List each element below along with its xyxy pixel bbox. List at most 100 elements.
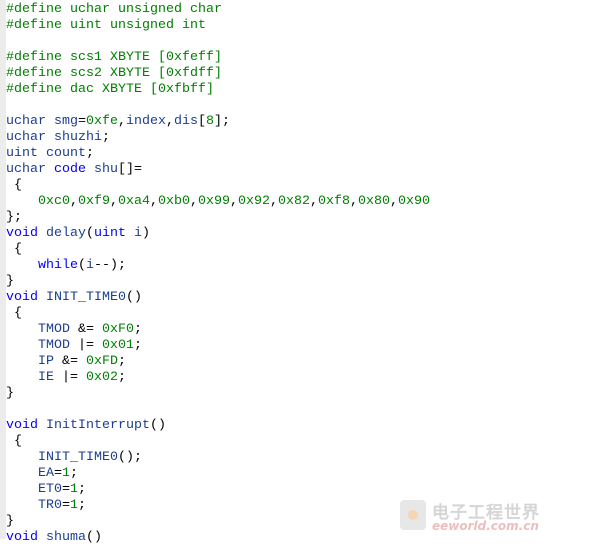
code-token: ;	[85, 146, 94, 161]
watermark-site: eeworld.com.cn	[432, 519, 539, 533]
code-token: ;	[118, 354, 126, 369]
code-token: |=	[62, 370, 86, 385]
code-token: #define uint unsigned int	[6, 18, 206, 33]
code-line: void InitInterrupt()	[6, 418, 430, 434]
code-token: 1	[70, 482, 78, 497]
code-line: {	[6, 306, 430, 322]
code-token: TMOD	[6, 322, 78, 337]
code-token: --);	[94, 258, 126, 273]
code-token: dis	[173, 114, 198, 129]
code-token: }	[6, 514, 14, 529]
code-token: uint count	[6, 146, 86, 161]
code-token: INIT_TIME0	[38, 290, 126, 305]
code-line: {	[6, 242, 430, 258]
code-token: delay	[38, 226, 86, 241]
code-token: ,	[390, 194, 398, 209]
code-token: 0x02	[86, 370, 118, 385]
code-token: #define uchar unsigned char	[6, 2, 222, 17]
code-token: )	[142, 226, 150, 241]
code-token: IE	[6, 370, 62, 385]
code-line: #define dac XBYTE [0xfbff]	[6, 82, 430, 98]
code-line: while(i--);	[6, 258, 430, 274]
code-token: EA	[6, 466, 54, 481]
code-token: 0xfe	[85, 114, 118, 129]
code-line: IE |= 0x02;	[6, 370, 430, 386]
code-line: #define uint unsigned int	[6, 18, 430, 34]
code-token: ;	[101, 130, 110, 145]
code-token: ET0	[6, 482, 62, 497]
code-token: (	[78, 258, 86, 273]
code-line: {	[6, 434, 430, 450]
code-line: ET0=1;	[6, 482, 430, 498]
code-token: ,	[150, 194, 158, 209]
code-token: =	[77, 114, 86, 129]
code-token: };	[6, 210, 22, 225]
code-token: shuma	[38, 530, 86, 545]
code-token: (	[86, 226, 94, 241]
code-token: ;	[78, 498, 86, 513]
code-token: InitInterrupt	[38, 418, 150, 433]
code-line: void INIT_TIME0()	[6, 290, 430, 306]
code-line: void delay(uint i)	[6, 226, 430, 242]
code-token: 0x99	[198, 194, 230, 209]
code-token: {	[6, 434, 22, 449]
code-line: void shuma()	[6, 530, 430, 546]
code-token: ,	[117, 114, 126, 129]
code-line: uchar shuzhi;	[6, 130, 430, 146]
code-token: 0xc0	[38, 194, 70, 209]
code-token: ;	[78, 482, 86, 497]
code-token: IP	[6, 354, 62, 369]
code-token: 0xb0	[158, 194, 190, 209]
code-token: ;	[133, 338, 142, 353]
code-token: ];	[213, 114, 230, 129]
code-token: }	[6, 386, 14, 401]
code-token: ;	[70, 466, 78, 481]
code-editor[interactable]: #define uchar unsigned char #define uint …	[6, 2, 430, 546]
code-token: 0xa4	[118, 194, 150, 209]
code-token: [	[197, 114, 206, 129]
code-line: 0xc0,0xf9,0xa4,0xb0,0x99,0x92,0x82,0xf8,…	[6, 194, 430, 210]
code-line: }	[6, 386, 430, 402]
code-line: }	[6, 274, 430, 290]
code-token: =	[62, 498, 70, 513]
code-token: {	[6, 306, 22, 321]
code-token: 8	[205, 114, 214, 129]
code-token: uint	[94, 226, 126, 241]
code-line: INIT_TIME0();	[6, 450, 430, 466]
code-token: ()	[125, 290, 142, 305]
code-line: IP &= 0xFD;	[6, 354, 430, 370]
code-token: ;	[118, 370, 126, 385]
code-line: #define uchar unsigned char	[6, 2, 430, 18]
code-token: ()	[86, 530, 102, 545]
code-token: =	[62, 482, 70, 497]
code-token: ,	[70, 194, 78, 209]
code-token: 1	[70, 498, 78, 513]
code-token: void	[6, 290, 38, 305]
code-line: };	[6, 210, 430, 226]
code-token: uchar	[6, 162, 54, 177]
code-token: ,	[110, 194, 118, 209]
code-line: #define scs2 XBYTE [0xfdff]	[6, 66, 430, 82]
code-token: ,	[350, 194, 358, 209]
code-line: #define scs1 XBYTE [0xfeff]	[6, 50, 430, 66]
code-token: ,	[165, 114, 174, 129]
code-token: index	[125, 114, 166, 129]
code-token: 0xf8	[318, 194, 350, 209]
code-token: i	[126, 226, 142, 241]
code-token: &=	[77, 322, 102, 337]
code-token: code	[54, 162, 86, 177]
code-line: TMOD &= 0xF0;	[6, 322, 430, 338]
code-token: TR0	[6, 498, 62, 513]
code-token: |=	[77, 338, 102, 353]
watermark: 电子工程世界 eeworld.com.cn	[400, 498, 590, 536]
code-line: }	[6, 514, 430, 530]
code-line: uchar smg=0xfe,index,dis[8];	[6, 114, 430, 130]
code-token: ,	[190, 194, 198, 209]
code-token: shu	[86, 162, 118, 177]
code-token: 0x80	[358, 194, 390, 209]
code-token: ();	[117, 450, 142, 465]
